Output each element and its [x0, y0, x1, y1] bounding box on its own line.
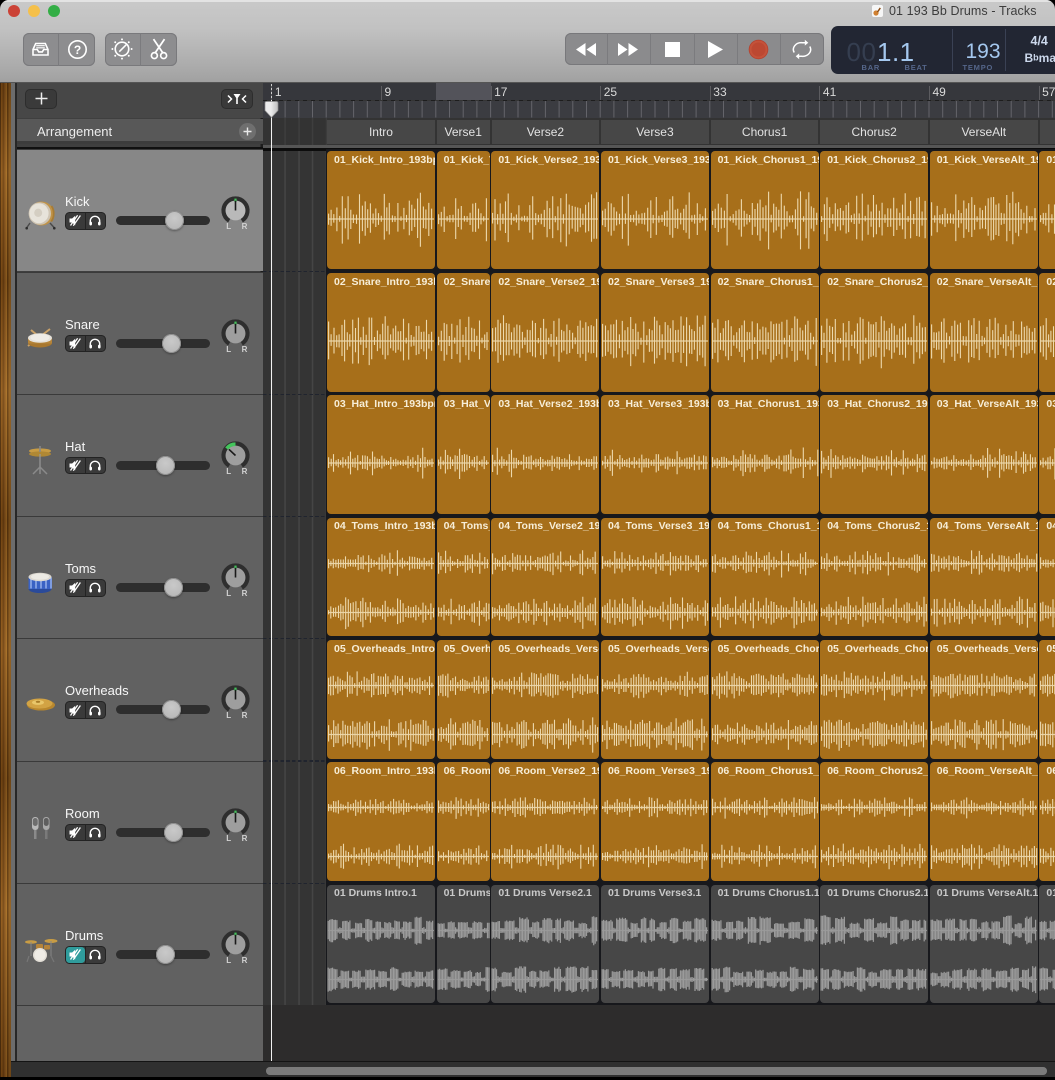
svg-text:R: R [242, 956, 248, 965]
svg-text:L: L [226, 589, 231, 598]
svg-text:R: R [242, 222, 248, 231]
svg-text:R: R [242, 589, 248, 598]
svg-text:R: R [242, 345, 248, 354]
svg-text:R: R [242, 711, 248, 720]
svg-text:L: L [226, 711, 231, 720]
svg-text:R: R [242, 834, 248, 843]
svg-text:L: L [226, 834, 231, 843]
svg-text:L: L [226, 345, 231, 354]
svg-text:R: R [242, 467, 248, 476]
svg-text:L: L [226, 956, 231, 965]
svg-text:L: L [226, 467, 231, 476]
svg-text:L: L [226, 222, 231, 231]
svg-text:?: ? [73, 43, 80, 57]
